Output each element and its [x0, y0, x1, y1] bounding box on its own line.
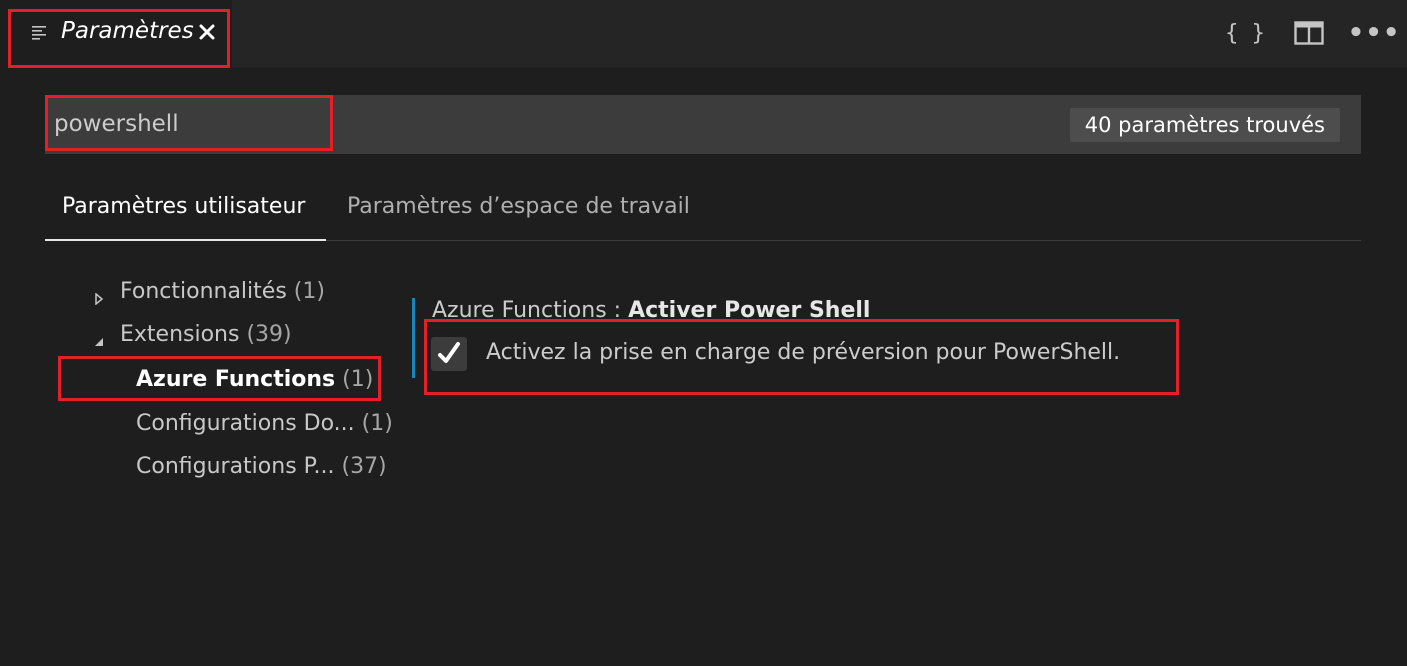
search-input[interactable]	[54, 107, 654, 141]
close-icon[interactable]	[197, 22, 217, 42]
settings-search-bar: 40 paramètres trouvés	[45, 95, 1361, 154]
tab-workspace-settings[interactable]: Paramètres d’espace de travail	[347, 188, 690, 241]
setting-category: Azure Functions :	[432, 298, 629, 323]
modified-indicator	[412, 298, 415, 378]
editor-tab-bar: Paramètres { } •••	[0, 0, 1407, 68]
toc-item-count: (1)	[293, 279, 325, 304]
settings-list-icon	[31, 24, 49, 42]
toc-item-label: Azure Functions	[136, 367, 336, 392]
settings-tab-label: Paramètres	[61, 18, 194, 44]
toc-item-configurations-p[interactable]: Configurations P... (37)	[136, 454, 387, 479]
toc-item-configurations-do[interactable]: Configurations Do... (1)	[136, 411, 393, 436]
toc-item-count: (39)	[246, 322, 292, 347]
more-actions-icon[interactable]: •••	[1348, 16, 1400, 50]
settings-tab[interactable]: Paramètres	[0, 0, 232, 67]
toc-item-count: (1)	[361, 411, 393, 436]
split-editor-icon[interactable]	[1289, 16, 1329, 50]
toc-item-count: (37)	[341, 454, 387, 479]
toc-item-label: Configurations P...	[136, 454, 335, 479]
toc-item-extensions[interactable]: Extensions (39)	[95, 322, 292, 347]
search-result-count: 40 paramètres trouvés	[1069, 108, 1340, 142]
toc-item-label: Extensions	[120, 322, 240, 347]
chevron-right-icon	[93, 286, 105, 306]
toc-item-azure-functions[interactable]: Azure Functions (1)	[136, 367, 373, 392]
setting-title: Azure Functions : Activer Power Shell	[432, 298, 870, 326]
chevron-down-icon	[93, 329, 105, 346]
toc-item-label: Fonctionnalités	[120, 279, 287, 304]
setting-name: Activer Power Shell	[628, 298, 871, 323]
check-icon	[438, 342, 460, 363]
toc-item-label: Configurations Do...	[136, 411, 355, 436]
toc-item-count: (1)	[342, 367, 374, 392]
toc-item-features[interactable]: Fonctionnalités (1)	[95, 279, 325, 306]
setting-description: Activez la prise en charge de préversion…	[486, 340, 1121, 365]
settings-scope-tabs: Paramètres utilisateur Paramètres d’espa…	[45, 188, 1361, 241]
open-json-icon[interactable]: { }	[1225, 16, 1265, 50]
tab-user-settings[interactable]: Paramètres utilisateur	[45, 188, 326, 241]
enable-powershell-checkbox[interactable]	[431, 337, 467, 371]
